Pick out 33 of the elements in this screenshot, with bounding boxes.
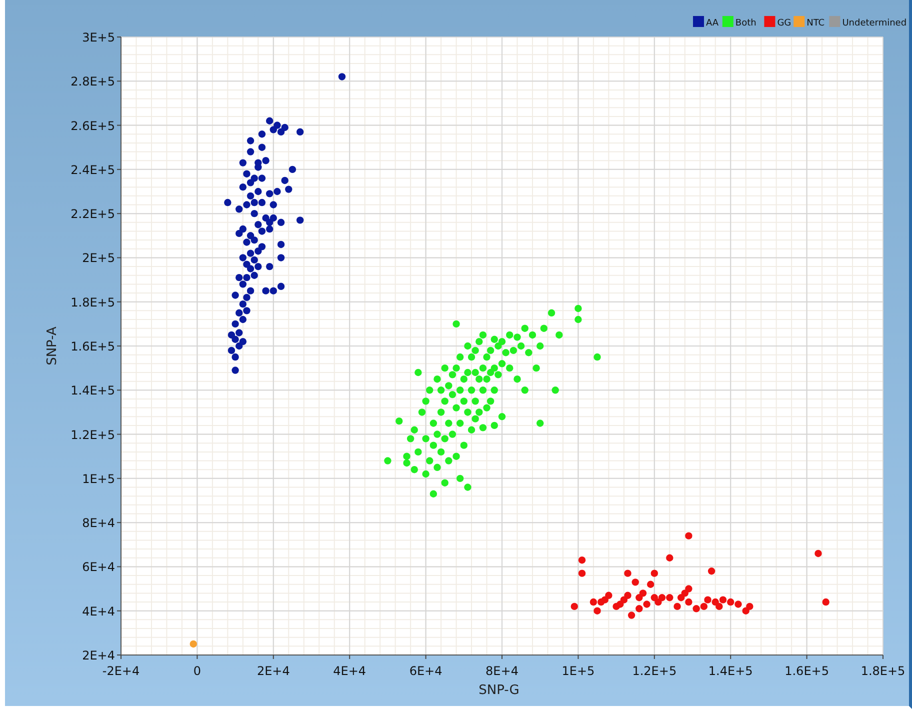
legend-label: Undetermined xyxy=(842,18,907,28)
x-tick-label: 4E+4 xyxy=(333,664,366,678)
legend-label: Both xyxy=(735,18,756,28)
x-axis-title: SNP-G xyxy=(478,683,520,698)
y-axis-title: SNP-A xyxy=(45,326,60,366)
x-tick-label: 2E+4 xyxy=(256,664,290,678)
y-tick-label: 2E+4 xyxy=(82,648,115,662)
y-tick-label: 2.2E+5 xyxy=(70,207,115,222)
y-tick-label: 6E+4 xyxy=(82,560,115,574)
x-tick-label: 1.8E+5 xyxy=(860,664,906,678)
y-tick-label: 1E+5 xyxy=(82,472,115,486)
y-tick-label: 1.6E+5 xyxy=(70,340,115,354)
x-tick-label: 0 xyxy=(193,664,202,678)
legend-label: AA xyxy=(706,18,719,28)
y-tick-label: 1.2E+5 xyxy=(70,428,115,442)
x-tick-label: 8E+4 xyxy=(486,664,518,678)
x-tick-label: 1.2E+5 xyxy=(632,664,677,678)
x-tick-label: 1E+5 xyxy=(562,664,595,678)
y-tick-label: 2.8E+5 xyxy=(70,74,115,89)
x-tick-label: 6E+4 xyxy=(409,664,442,678)
x-tick-label: 1.4E+5 xyxy=(708,664,753,678)
legend-label: GG xyxy=(777,18,792,28)
y-tick-label: 1.4E+5 xyxy=(70,384,115,398)
y-tick-label: 2.6E+5 xyxy=(70,118,115,133)
legend-label: NTC xyxy=(806,18,825,28)
y-tick-label: 4E+4 xyxy=(82,604,115,618)
y-tick-label: 8E+4 xyxy=(82,516,115,530)
y-tick-label: 2E+5 xyxy=(82,251,115,266)
y-tick-label: 2.4E+5 xyxy=(70,162,115,177)
y-tick-label: 1.8E+5 xyxy=(70,295,115,310)
y-tick-label: 3E+5 xyxy=(82,30,115,44)
x-tick-label: 1.6E+5 xyxy=(784,664,829,678)
x-tick-label: -2E+4 xyxy=(102,664,140,678)
